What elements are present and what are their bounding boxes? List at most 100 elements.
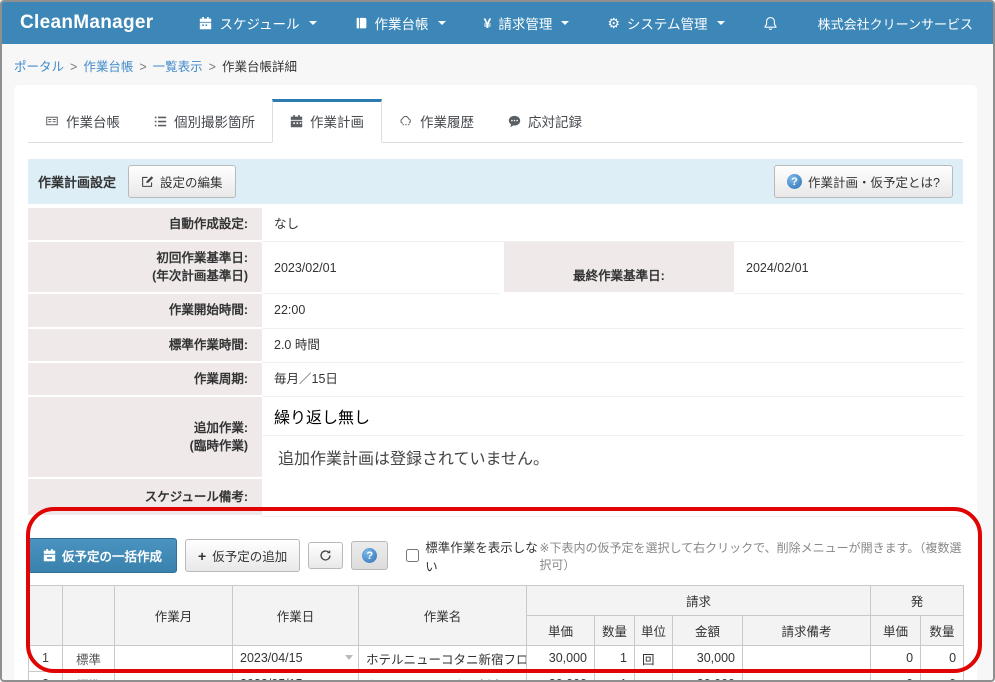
breadcrumb-separator: >	[203, 60, 222, 74]
bill-note-cell[interactable]	[743, 645, 871, 671]
tab-work-history[interactable]: 作業履歴	[382, 99, 491, 143]
caret-down-icon	[438, 21, 446, 25]
caret-down-icon	[717, 21, 725, 25]
form-row-auto-create: 自動作成設定: なし	[28, 208, 963, 242]
tab-label: 作業履歴	[420, 111, 474, 131]
breadcrumb-link-ledger[interactable]: 作業台帳	[83, 60, 133, 74]
work-name-cell[interactable]: ホテルニューコタニ新宿フロア清掃	[359, 671, 527, 682]
form-row-extra-work: 追加作業: (臨時作業) 繰り返し無し 追加作業計画は登録されていません。	[28, 397, 963, 479]
amount-cell: 30,000	[673, 671, 743, 682]
work-month-cell[interactable]	[115, 645, 233, 671]
toolbar-note: ※下表内の仮予定を選択して右クリックで、削除メニューが開きます。（複数選択可）	[539, 539, 963, 573]
header-order-unit-price: 単価	[871, 615, 921, 645]
question-circle-icon: ?	[362, 548, 377, 563]
plan-help-button[interactable]: ? 作業計画・仮予定とは?	[774, 165, 953, 198]
breadcrumb-current: 作業台帳詳細	[222, 60, 297, 74]
work-name-cell[interactable]: ホテルニューコタニ新宿フロア清掃	[359, 645, 527, 671]
header-work-date: 作業日	[233, 585, 359, 645]
header-work-name: 作業名	[359, 585, 527, 645]
unit-cell[interactable]: 回	[635, 671, 673, 682]
qty-cell[interactable]: 1	[595, 671, 635, 682]
edit-icon	[141, 175, 154, 188]
calendar-icon	[199, 17, 212, 30]
field-value: 繰り返し無し 追加作業計画は登録されていません。	[262, 397, 963, 479]
tab-work-ledger[interactable]: 作業台帳	[28, 99, 137, 143]
tab-label: 応対記録	[528, 111, 582, 131]
work-date-cell[interactable]: 2023/05/15	[233, 671, 359, 682]
header-bill-note: 請求備考	[743, 615, 871, 645]
id-card-icon	[45, 115, 59, 127]
work-date-value: 2023/04/15	[240, 651, 303, 665]
field-label: 自動作成設定:	[28, 208, 262, 242]
header-work-month: 作業月	[115, 585, 233, 645]
content-panel: 作業台帳 個別撮影箇所 作業計画 作業履歴	[14, 85, 977, 682]
breadcrumb: ポータル>作業台帳>一覧表示>作業台帳詳細	[2, 44, 993, 85]
question-circle-icon: ?	[787, 174, 802, 189]
nav-item-schedule[interactable]: スケジュール	[199, 13, 316, 33]
nav-item-system[interactable]: ⚙ システム管理	[607, 13, 724, 33]
unit-price-cell[interactable]: 30,000	[527, 671, 595, 682]
unit-price-cell[interactable]: 30,000	[527, 645, 595, 671]
work-month-cell[interactable]	[115, 671, 233, 682]
form-row-memo: スケジュール備考:	[28, 479, 963, 517]
navbar-right: 株式会社クリーンサービス	[763, 14, 973, 33]
nav-item-ledger[interactable]: 作業台帳	[355, 13, 446, 33]
bell-icon[interactable]	[763, 16, 778, 31]
extra-work-value: 繰り返し無し	[262, 397, 963, 436]
field-value: 22:00	[262, 294, 963, 328]
tab-label: 作業計画	[310, 111, 364, 131]
refresh-icon	[319, 549, 332, 562]
tab-work-plan[interactable]: 作業計画	[272, 99, 382, 143]
tab-label: 作業台帳	[66, 111, 120, 131]
field-label: 標準作業時間:	[28, 329, 262, 363]
tab-response-record[interactable]: 応対記録	[491, 99, 599, 143]
bill-note-cell[interactable]	[743, 671, 871, 682]
add-tentative-button[interactable]: + 仮予定の追加	[185, 539, 300, 572]
nav-item-billing[interactable]: ¥ 請求管理	[484, 13, 570, 33]
header-group-billing: 請求	[527, 585, 871, 615]
hide-standard-checkbox[interactable]	[406, 549, 419, 562]
breadcrumb-link-list[interactable]: 一覧表示	[153, 60, 203, 74]
help-button[interactable]: ?	[351, 541, 388, 570]
hide-standard-label: 標準作業を表示しない	[425, 537, 539, 575]
hide-standard-checkbox-wrap: 標準作業を表示しない	[406, 537, 539, 575]
row-number-cell: 2	[29, 671, 63, 682]
schedule-toolbar: 仮予定の一括作成 + 仮予定の追加 ? 標準作業を表示しない ※下表内の仮予定を…	[28, 537, 963, 575]
bulk-create-button[interactable]: 仮予定の一括作成	[28, 538, 177, 573]
row-type-cell: 標準	[63, 645, 115, 671]
breadcrumb-link-portal[interactable]: ポータル	[14, 60, 64, 74]
extra-work-note: 追加作業計画は登録されていません。	[262, 436, 963, 479]
refresh-button[interactable]	[308, 542, 343, 569]
order-unit-price-cell[interactable]: 0	[871, 645, 921, 671]
yen-icon: ¥	[484, 15, 492, 31]
brand-logo[interactable]: CleanManager	[20, 12, 153, 34]
schedule-table-head: 作業月 作業日 作業名 請求 発 単価 数量 単位 金額 請求備考 単価 数量	[29, 585, 964, 645]
form-row-std-time: 標準作業時間: 2.0 時間	[28, 329, 963, 363]
schedule-table: 作業月 作業日 作業名 請求 発 単価 数量 単位 金額 請求備考 単価 数量	[28, 585, 964, 682]
edit-settings-label: 設定の編集	[160, 172, 223, 191]
qty-cell[interactable]: 1	[595, 645, 635, 671]
field-label: 追加作業: (臨時作業)	[28, 397, 262, 479]
tab-photo-spots[interactable]: 個別撮影箇所	[137, 99, 272, 143]
plan-settings-header: 作業計画設定 設定の編集 ? 作業計画・仮予定とは?	[28, 159, 963, 204]
order-unit-price-cell[interactable]: 0	[871, 671, 921, 682]
amount-cell: 30,000	[673, 645, 743, 671]
first-date-label-line1: 初回作業基準日:	[42, 249, 248, 267]
order-qty-cell[interactable]: 0	[921, 645, 964, 671]
header-unit-price: 単価	[527, 615, 595, 645]
form-row-base-dates: 初回作業基準日: (年次計画基準日) 2023/02/01 最終作業基準日: 2…	[28, 242, 963, 294]
comment-icon	[508, 115, 521, 128]
breadcrumb-separator: >	[133, 60, 152, 74]
edit-settings-button[interactable]: 設定の編集	[128, 165, 236, 198]
table-row[interactable]: 1 標準 2023/04/15 ホテルニューコタニ新宿フロア清掃 30,000 …	[29, 645, 964, 671]
order-qty-cell[interactable]: 0	[921, 671, 964, 682]
company-name[interactable]: 株式会社クリーンサービス	[818, 14, 973, 33]
row-number-cell: 1	[29, 645, 63, 671]
table-row[interactable]: 2 標準 2023/05/15 ホテルニューコタニ新宿フロア清掃 30,000 …	[29, 671, 964, 682]
unit-cell[interactable]: 回	[635, 645, 673, 671]
app-window: CleanManager スケジュール 作業台帳 ¥ 請求管理	[0, 0, 995, 682]
history-cloud-icon	[399, 115, 413, 127]
plan-help-label: 作業計画・仮予定とは?	[808, 172, 940, 191]
work-date-cell[interactable]: 2023/04/15	[233, 645, 359, 671]
tab-bar: 作業台帳 個別撮影箇所 作業計画 作業履歴	[28, 85, 963, 143]
